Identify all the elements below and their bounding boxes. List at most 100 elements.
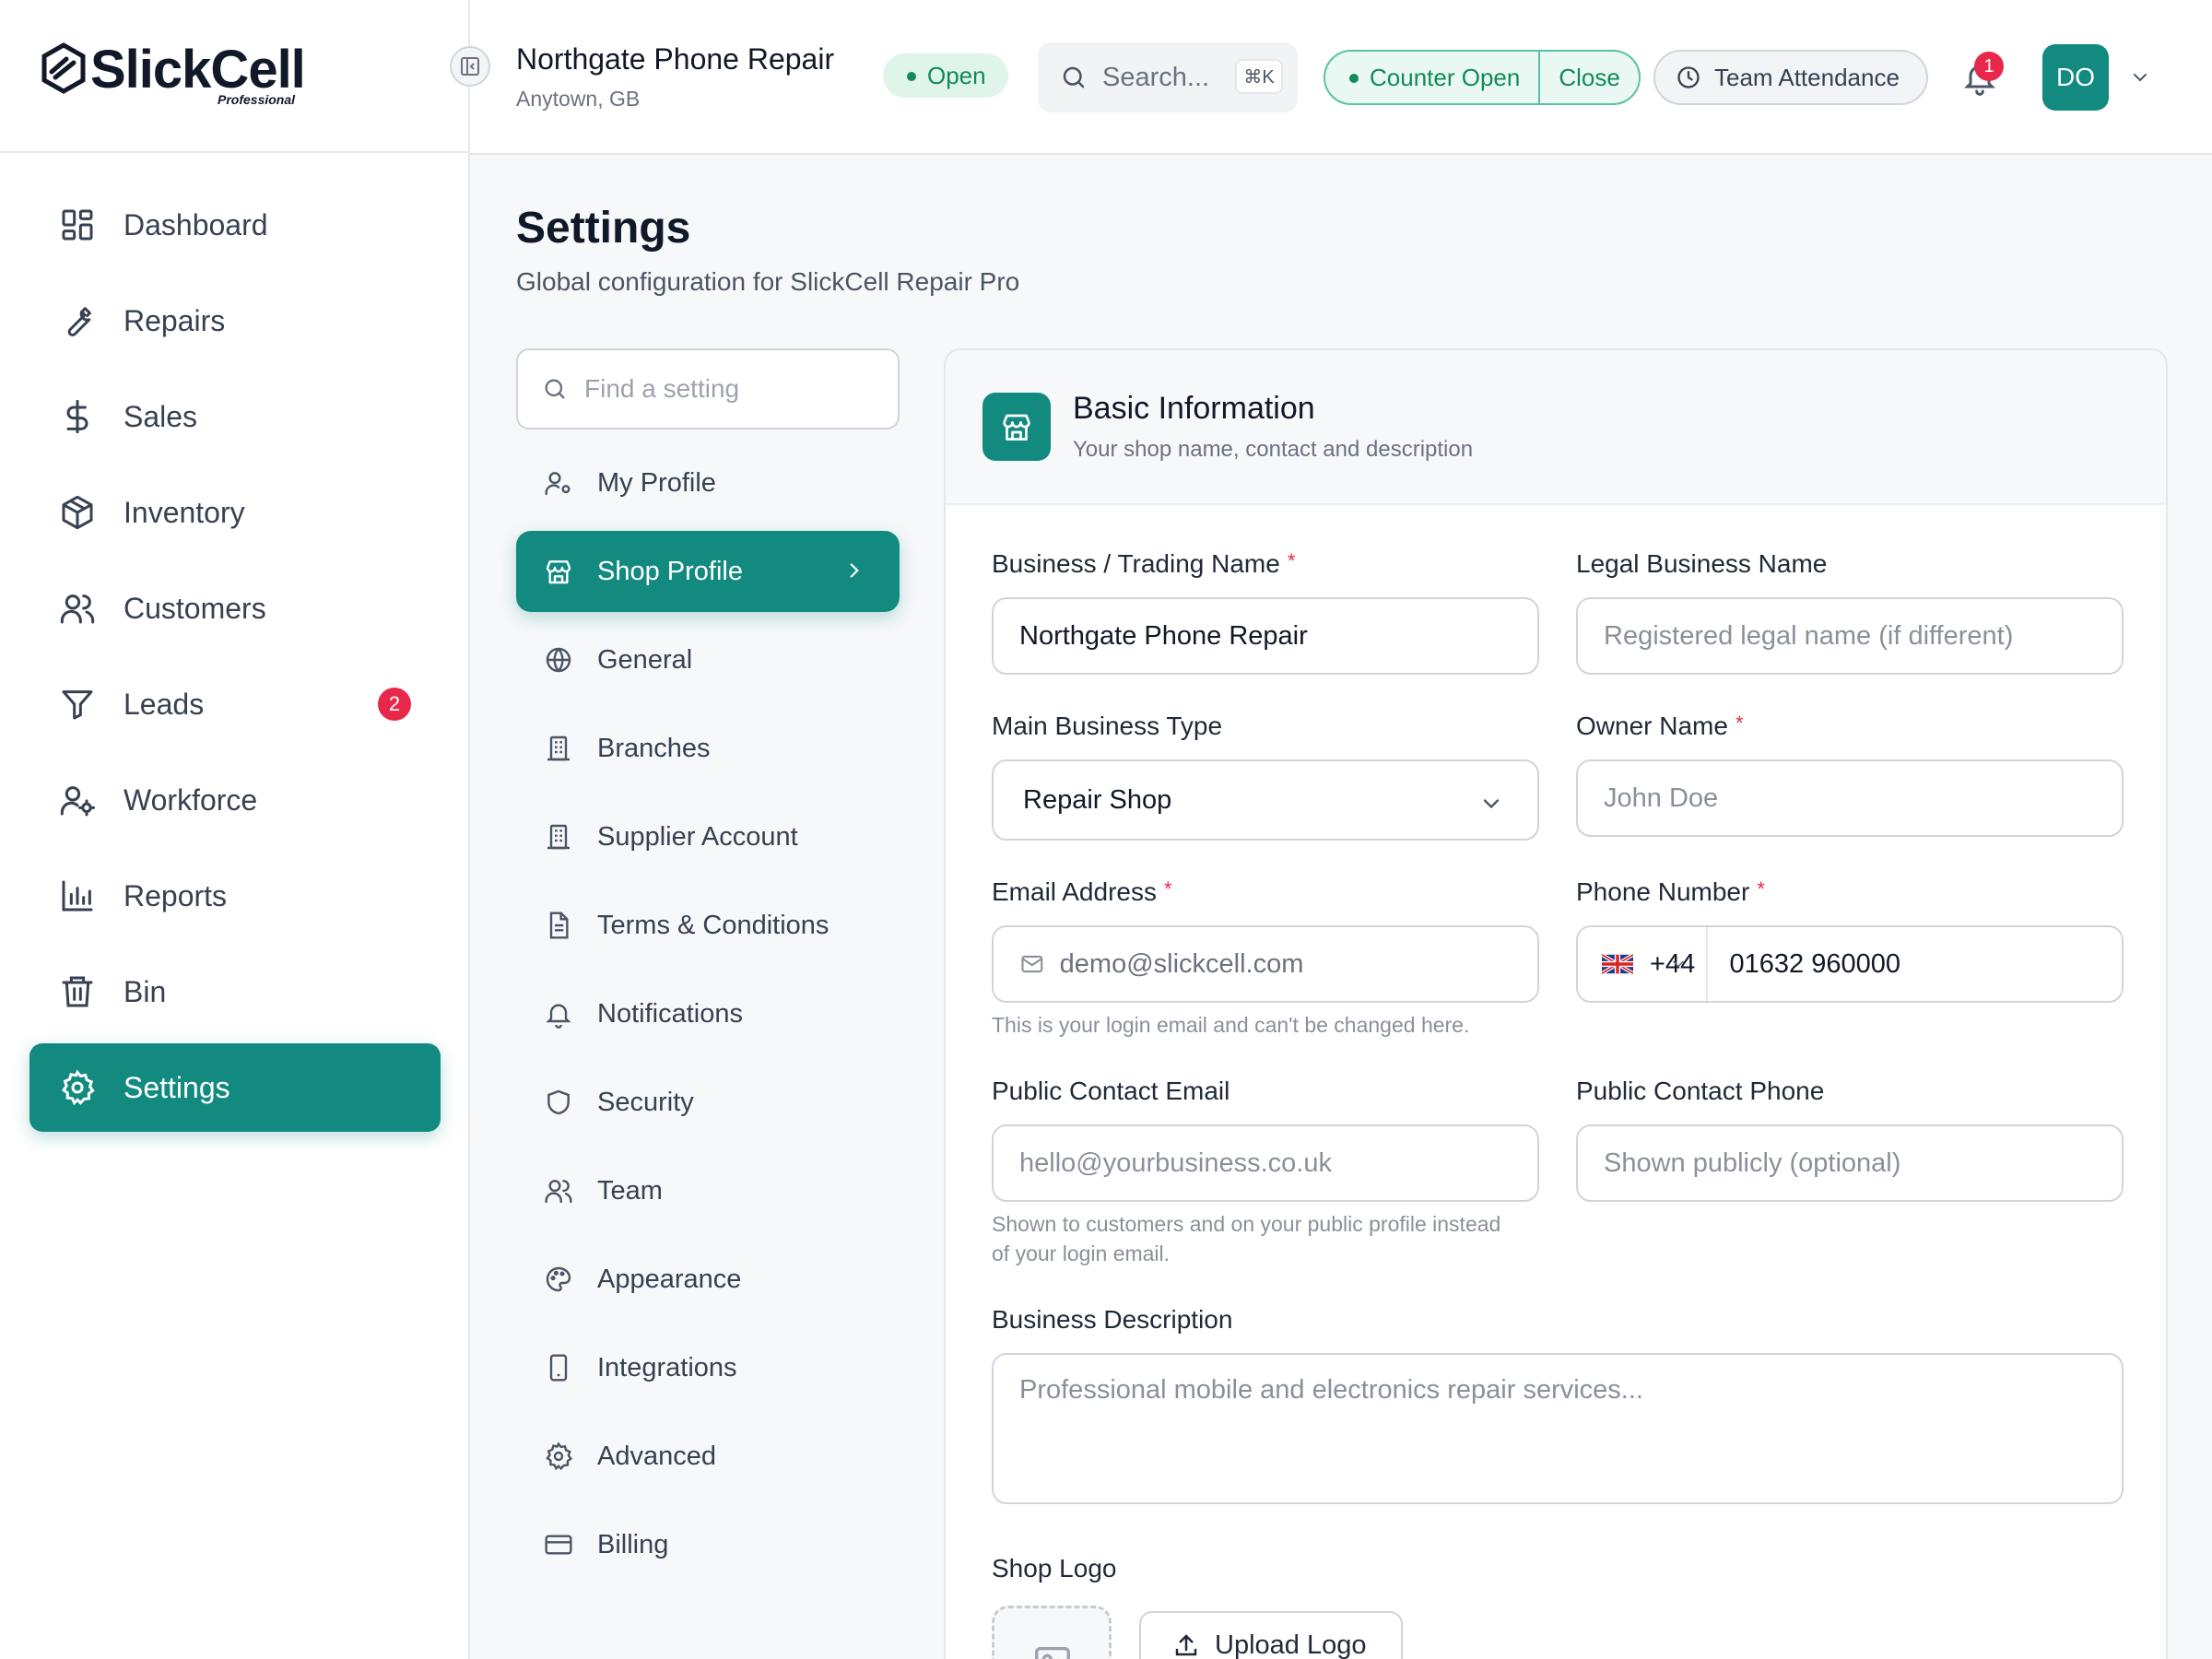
card-icon-box	[982, 393, 1051, 461]
settings-item-terms[interactable]: Terms & Conditions	[516, 885, 900, 966]
global-search[interactable]: Search... ⌘K	[1038, 42, 1298, 112]
settings-item-label: My Profile	[597, 467, 716, 498]
description-label: Business Description	[992, 1305, 1233, 1334]
building-icon	[547, 735, 570, 761]
user-gear-icon	[60, 786, 95, 817]
public-email-field[interactable]	[992, 1124, 1539, 1202]
settings-item-label: Branches	[597, 733, 711, 763]
owner-name-field[interactable]	[1576, 759, 2124, 837]
owner-name-label: Owner Name *	[1576, 712, 1744, 741]
search-icon	[545, 379, 565, 399]
sidebar-item-repairs[interactable]: Repairs	[29, 276, 441, 365]
phone-input[interactable]	[1729, 948, 2122, 980]
team-attendance-button[interactable]: Team Attendance	[1653, 50, 1928, 105]
business-type-label: Main Business Type	[992, 712, 1223, 740]
trading-name-input[interactable]	[1019, 620, 1537, 652]
gear-icon	[546, 1441, 573, 1471]
users-icon	[60, 594, 95, 624]
brand[interactable]: SlickCell Professional	[0, 0, 468, 153]
sidebar-item-settings[interactable]: Settings	[29, 1043, 441, 1132]
settings-item-billing[interactable]: Billing	[516, 1504, 900, 1585]
country-code-select[interactable]: +44	[1578, 927, 1708, 1001]
settings-item-supplier-account[interactable]: Supplier Account	[516, 796, 900, 877]
settings-item-advanced[interactable]: Advanced	[516, 1416, 900, 1497]
settings-item-label: Appearance	[597, 1264, 742, 1294]
sidebar-item-inventory[interactable]: Inventory	[29, 468, 441, 557]
public-email-input[interactable]	[1019, 1147, 1537, 1179]
upload-logo-button[interactable]: Upload Logo	[1139, 1611, 1403, 1659]
main-nav: Dashboard Repairs Sales Inventory Custom…	[29, 181, 441, 1139]
owner-name-input[interactable]	[1604, 782, 2122, 814]
settings-item-shop-profile[interactable]: Shop Profile	[516, 531, 900, 612]
credit-card-icon	[545, 1535, 572, 1555]
globe-icon	[546, 647, 571, 673]
email-field[interactable]	[992, 925, 1539, 1003]
sidebar-item-label: Bin	[124, 974, 167, 1008]
sidebar-collapse-icon	[461, 57, 479, 76]
document-icon	[549, 912, 569, 939]
settings-search-input[interactable]	[584, 374, 861, 404]
avatar[interactable]: DO	[2042, 44, 2109, 111]
settings-item-appearance[interactable]: Appearance	[516, 1239, 900, 1320]
sidebar-item-workforce[interactable]: Workforce	[29, 756, 441, 844]
shop-name[interactable]: Northgate Phone Repair	[516, 42, 834, 76]
settings-item-security[interactable]: Security	[516, 1062, 900, 1143]
search-icon	[1063, 66, 1085, 88]
sidebar-item-label: Inventory	[124, 495, 245, 529]
settings-item-team[interactable]: Team	[516, 1150, 900, 1231]
settings-item-notifications[interactable]: Notifications	[516, 973, 900, 1054]
email-input[interactable]	[1059, 948, 1537, 980]
sidebar-item-customers[interactable]: Customers	[29, 564, 441, 653]
counter-status-group: Counter Open Close	[1324, 50, 1641, 105]
gear-icon	[61, 1069, 95, 1106]
tablet-icon	[549, 1354, 568, 1382]
trash-icon	[62, 976, 93, 1007]
settings-item-integrations[interactable]: Integrations	[516, 1327, 900, 1408]
settings-search[interactable]	[516, 348, 900, 429]
sidebar-item-leads[interactable]: Leads 2	[29, 660, 441, 748]
settings-item-label: Advanced	[597, 1441, 716, 1471]
settings-item-general[interactable]: General	[516, 619, 900, 700]
business-type-value: Repair Shop	[1023, 784, 1172, 815]
dashboard-icon	[62, 209, 93, 241]
counter-close-button[interactable]: Close	[1538, 52, 1638, 103]
sidebar-item-bin[interactable]: Bin	[29, 947, 441, 1036]
sidebar-item-dashboard[interactable]: Dashboard	[29, 181, 441, 269]
wrench-icon	[67, 307, 91, 337]
email-hint: This is your login email and can't be ch…	[992, 1013, 1470, 1037]
settings-item-branches[interactable]: Branches	[516, 708, 900, 789]
settings-item-my-profile[interactable]: My Profile	[516, 442, 900, 524]
brand-name: SlickCell	[90, 40, 306, 100]
sidebar-collapse-button[interactable]	[450, 46, 490, 87]
user-gear-icon	[545, 472, 571, 496]
trading-name-field[interactable]	[992, 597, 1539, 675]
label-text: Email Address	[992, 877, 1157, 906]
card-header: Basic Information Your shop name, contac…	[946, 350, 2166, 505]
public-phone-field[interactable]	[1576, 1124, 2124, 1202]
sidebar-item-label: Customers	[124, 591, 266, 625]
sidebar-item-label: Dashboard	[124, 207, 268, 241]
settings-nav: My Profile Shop Profile General Branches…	[516, 442, 900, 1593]
top-header: Northgate Phone Repair Anytown, GB Open …	[450, 0, 2212, 155]
legal-name-field[interactable]	[1576, 597, 2124, 675]
sidebar-item-sales[interactable]: Sales	[29, 372, 441, 461]
clock-icon	[1677, 66, 1700, 88]
public-email-label: Public Contact Email	[992, 1077, 1230, 1105]
search-shortcut: ⌘K	[1235, 59, 1283, 94]
sidebar: SlickCell Professional Dashboard Repairs…	[0, 0, 470, 1659]
description-textarea[interactable]	[1019, 1375, 2122, 1486]
sidebar-item-reports[interactable]: Reports	[29, 852, 441, 940]
shop-status-badge: Open	[883, 53, 1008, 98]
chevron-down-icon[interactable]	[2129, 66, 2151, 88]
legal-name-input[interactable]	[1604, 620, 2122, 652]
business-type-select[interactable]: Repair Shop	[992, 759, 1539, 841]
public-phone-input[interactable]	[1604, 1147, 2122, 1179]
description-field[interactable]	[992, 1353, 2124, 1504]
bell-icon	[546, 1004, 571, 1029]
logo-preview	[992, 1606, 1112, 1659]
notification-count-badge: 1	[1974, 52, 2004, 81]
required-marker: *	[1163, 877, 1172, 900]
phone-field[interactable]: +44	[1576, 925, 2124, 1003]
label-text: Business / Trading Name	[992, 549, 1280, 578]
card-subtitle: Your shop name, contact and description	[1073, 437, 1474, 462]
